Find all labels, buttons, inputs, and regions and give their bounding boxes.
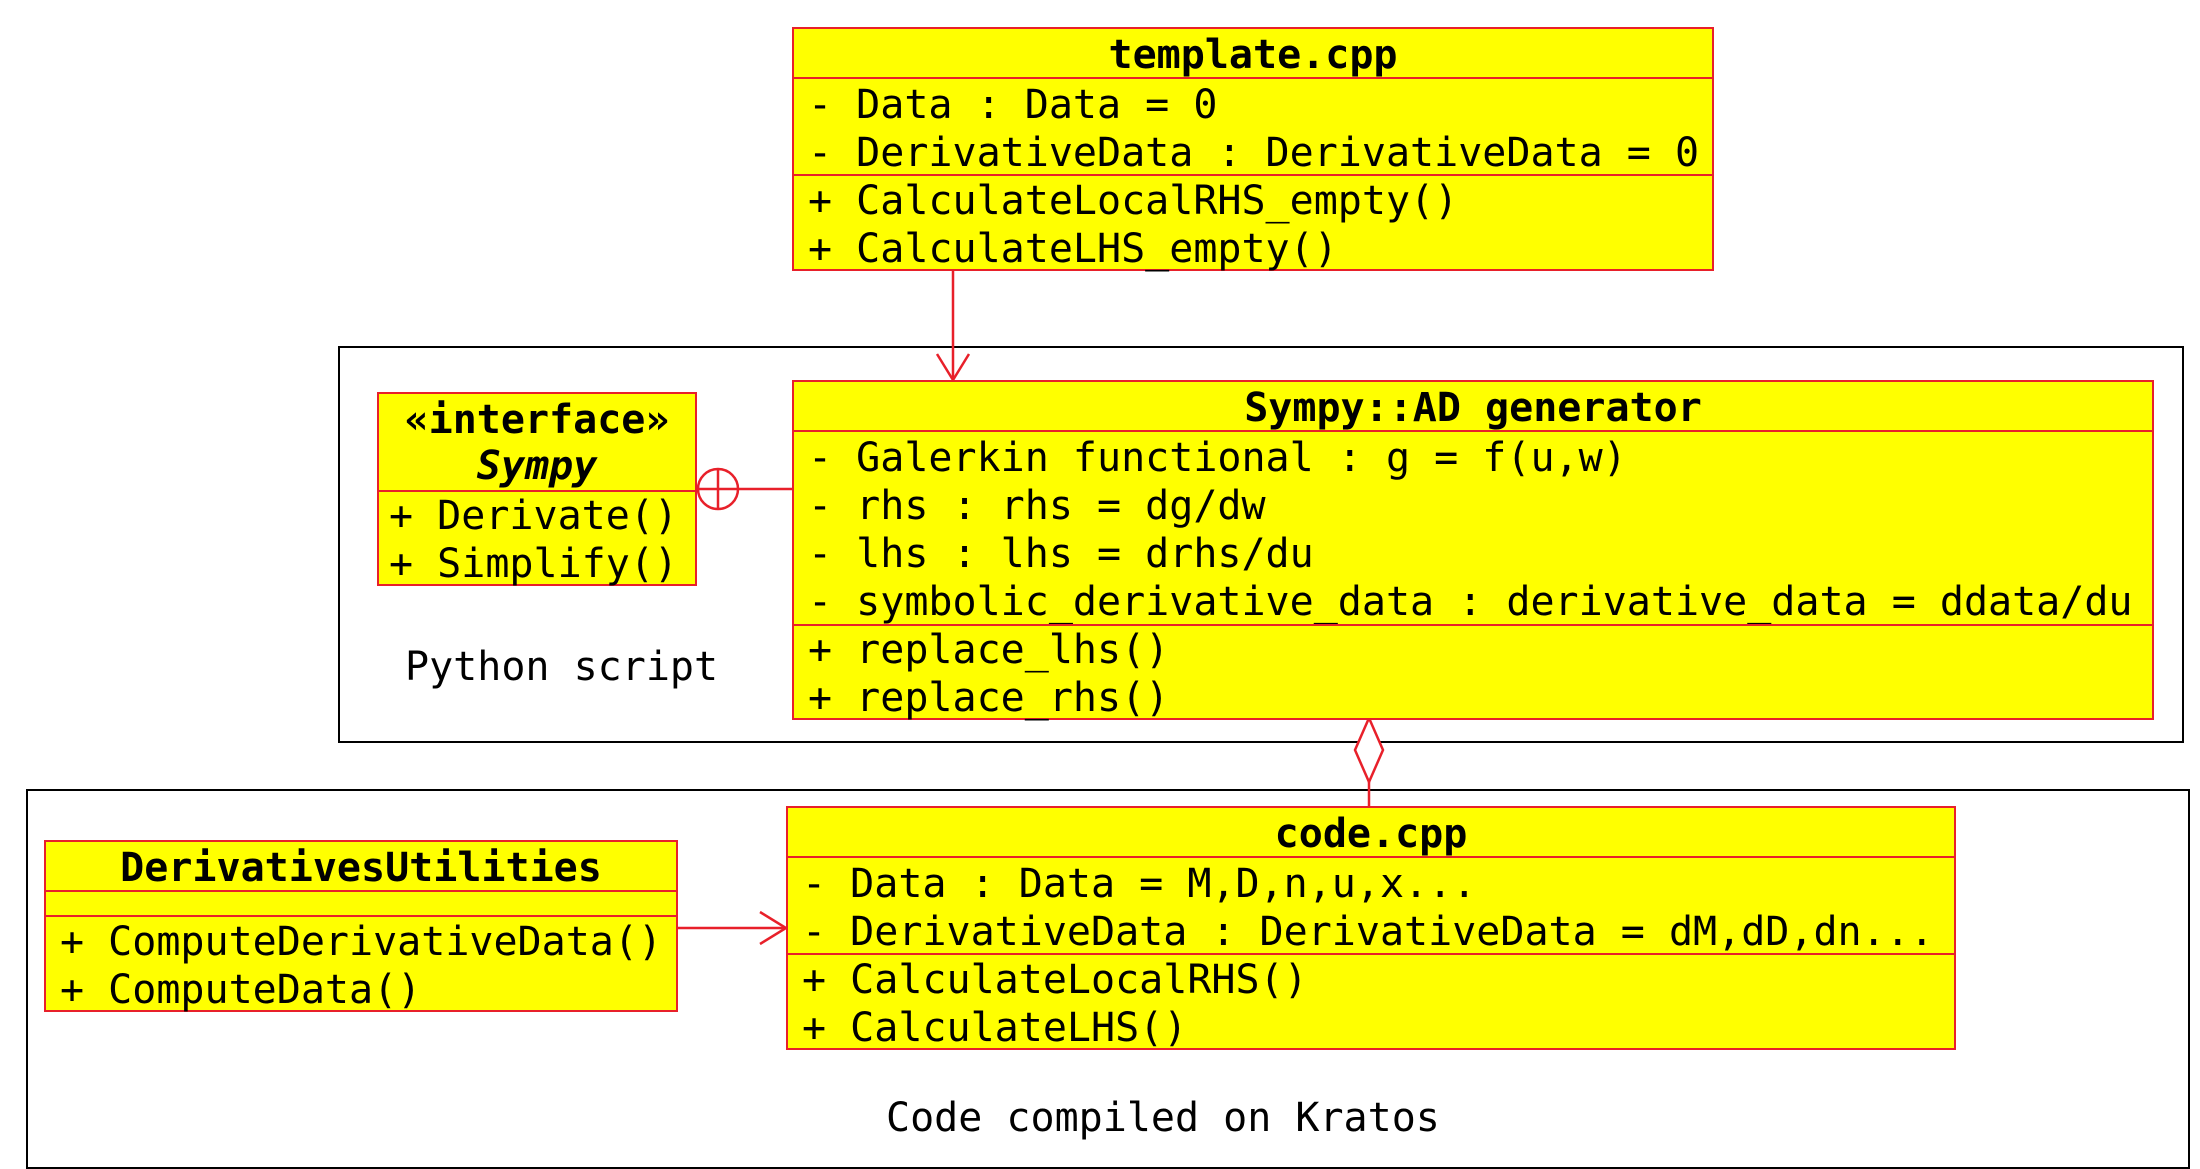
- method: + CalculateLocalRHS(): [802, 957, 1308, 1003]
- class-ad-generator[interactable]: Sympy::AD generator - Galerkin functiona…: [792, 380, 2154, 721]
- method: + ComputeData(): [60, 967, 422, 1013]
- class-sympy-stereotype: «interface»: [404, 397, 670, 443]
- class-code-cpp[interactable]: code.cpp - Data : Data = M,D,n,u,x... - …: [786, 806, 1956, 1051]
- class-ad-generator-name: Sympy::AD generator: [1244, 385, 1702, 431]
- method: + CalculateLHS_empty(): [808, 226, 1338, 272]
- class-code-cpp-name: code.cpp: [1274, 811, 1468, 857]
- attribute: - lhs : lhs = drhs/du: [808, 531, 1314, 577]
- method: + CalculateLHS(): [802, 1005, 1188, 1051]
- package-kratos-label: Code compiled on Kratos: [886, 1095, 1440, 1141]
- attribute: - rhs : rhs = dg/dw: [808, 483, 1266, 529]
- class-derivatives-utilities-name: DerivativesUtilities: [120, 845, 602, 891]
- method: + Simplify(): [389, 541, 678, 587]
- method: + replace_lhs(): [808, 627, 1170, 673]
- attribute: - Data : Data = M,D,n,u,x...: [802, 861, 1477, 907]
- class-sympy-interface[interactable]: «interface» Sympy + Derivate() + Simplif…: [377, 392, 697, 587]
- attribute: - symbolic_derivative_data : derivative_…: [808, 579, 2133, 625]
- attribute: - DerivativeData : DerivativeData = 0: [808, 130, 1700, 176]
- attribute: - Galerkin functional : g = f(u,w): [808, 435, 1627, 481]
- attribute: - DerivativeData : DerivativeData = dM,d…: [802, 909, 1934, 955]
- class-template-cpp-name: template.cpp: [1108, 32, 1398, 78]
- method: + ComputeDerivativeData(): [60, 919, 663, 965]
- class-template-cpp[interactable]: template.cpp - Data : Data = 0 - Derivat…: [792, 27, 1714, 272]
- method: + replace_rhs(): [808, 675, 1170, 721]
- class-derivatives-utilities[interactable]: DerivativesUtilities + ComputeDerivative…: [44, 840, 678, 1013]
- class-sympy-name: Sympy: [476, 443, 598, 489]
- method: + CalculateLocalRHS_empty(): [808, 178, 1459, 224]
- method: + Derivate(): [389, 493, 678, 539]
- package-python-script-label: Python script: [405, 644, 719, 690]
- attribute: - Data : Data = 0: [808, 82, 1218, 128]
